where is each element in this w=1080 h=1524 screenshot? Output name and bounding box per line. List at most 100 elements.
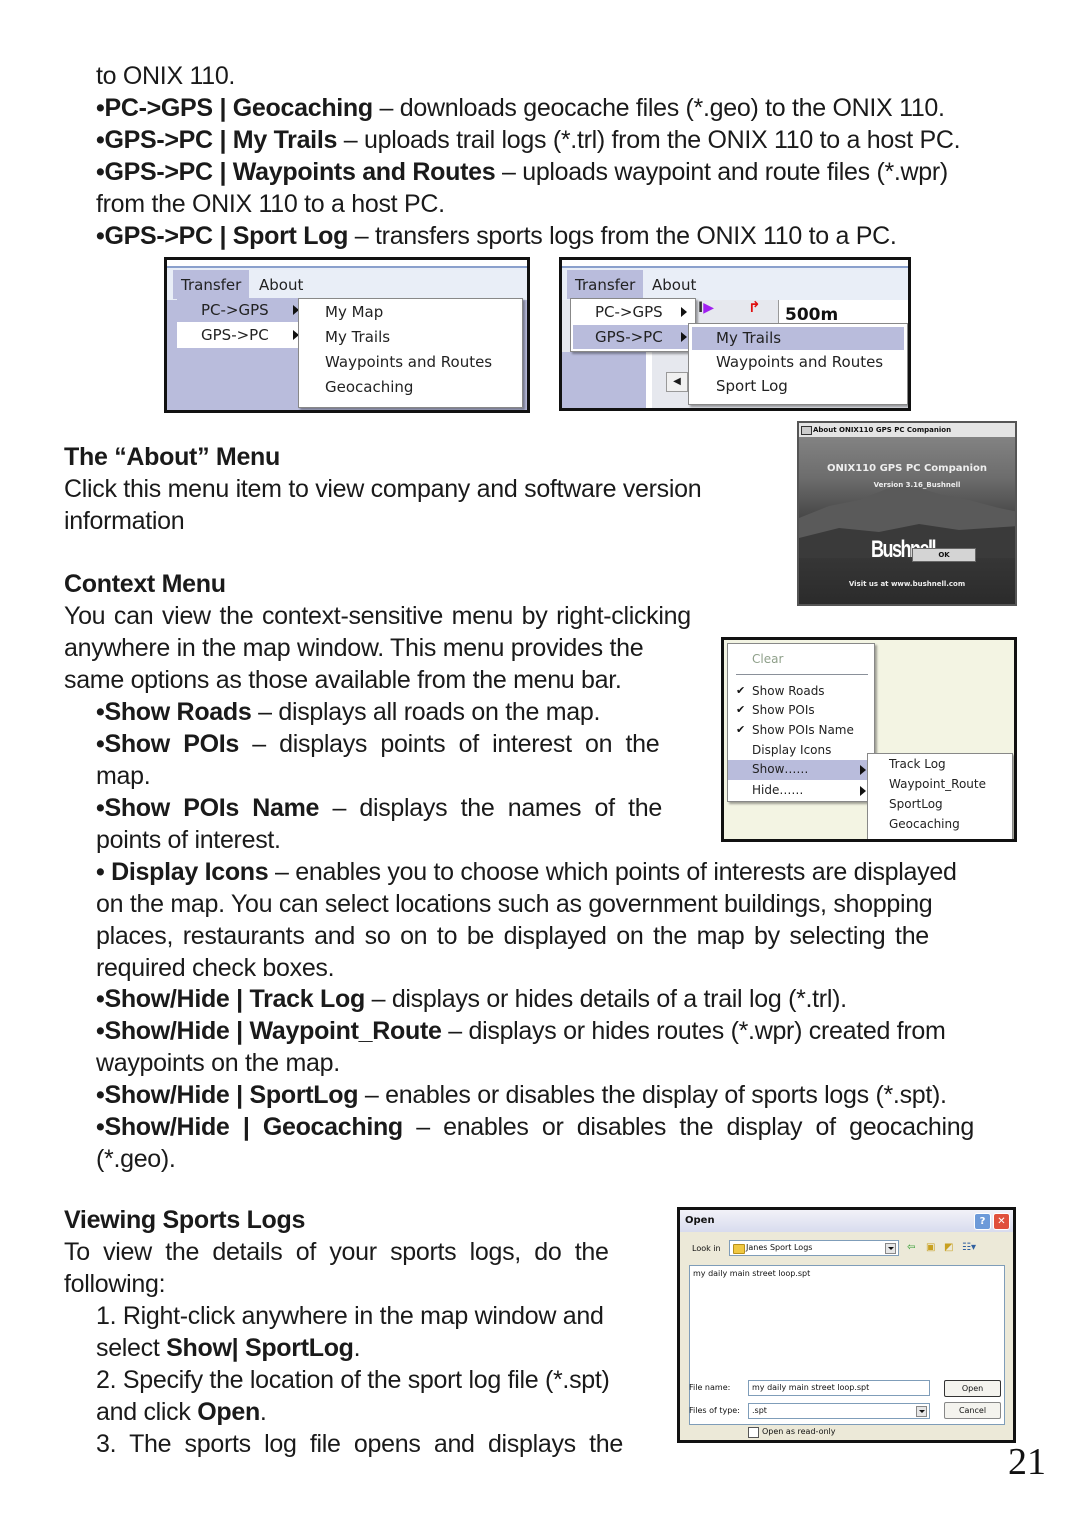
submenu-item-waypoints-routes[interactable]: Waypoints and Routes	[325, 353, 492, 371]
step-text: select	[96, 1334, 167, 1362]
menu-item-label: GPS->PC	[201, 326, 269, 344]
submenu-item-sportlog[interactable]: SportLog	[889, 797, 943, 811]
list-item-continuation: from the ONIX 110 to a host PC.	[96, 188, 445, 220]
context-menu-screenshot: Clear ✔ Show Roads ✔ Show POIs ✔ Show PO…	[721, 637, 1017, 842]
context-item-clear[interactable]: Clear	[752, 652, 783, 666]
item-term: •Show POIs Name	[96, 794, 320, 822]
file-type-label: Files of type:	[689, 1406, 740, 1415]
menu-item-pc-gps[interactable]: PC->GPS	[177, 298, 303, 322]
submenu-item-waypoint-route[interactable]: Waypoint_Route	[889, 777, 986, 791]
list-item-display-icons: • Display Icons – enables you to choose …	[96, 856, 957, 888]
step-text: .	[259, 1398, 267, 1426]
menu-item-gps-pc[interactable]: GPS->PC	[177, 323, 303, 347]
view-menu-icon[interactable]: ☷▾	[962, 1242, 976, 1253]
help-icon[interactable]: ?	[974, 1213, 991, 1230]
up-folder-icon[interactable]: ▣	[926, 1242, 935, 1253]
scale-select[interactable]: 500m	[778, 300, 908, 325]
about-product-name: ONIX110 GPS PC Companion	[826, 463, 988, 474]
show-submenu: Track Log Waypoint_Route SportLog Geocac…	[867, 753, 1013, 839]
about-dialog-screenshot: About ONIX110 GPS PC Companion ONIX110 G…	[797, 421, 1017, 606]
panel-background	[562, 352, 646, 408]
about-version: Version 3.16_Bushnell	[873, 481, 961, 489]
open-button[interactable]: Open	[944, 1380, 1001, 1397]
page-number: 21	[1008, 1441, 1046, 1483]
readonly-checkbox[interactable]	[748, 1427, 759, 1438]
item-desc: – displays or hides details of a trail l…	[364, 985, 848, 1013]
menu-about[interactable]: About	[251, 274, 311, 296]
item-term: •GPS->PC | My Trails	[96, 126, 338, 154]
item-desc: – displays points of interest on the	[238, 730, 660, 758]
sports-intro-line2: following:	[64, 1270, 166, 1298]
item-desc: – displays the names of the	[319, 794, 662, 822]
file-list[interactable]: my daily main street loop.spt	[689, 1265, 1005, 1425]
screenshot-gps-pc-menu: Transfer About I▶ ↱ 500m ◀ PC->GPS GPS->…	[559, 257, 911, 411]
pc-gps-submenu: My Map My Trails Waypoints and Routes Ge…	[298, 298, 523, 408]
context-item-show-roads[interactable]: Show Roads	[752, 684, 825, 698]
open-dialog-title: Open	[685, 1215, 715, 1226]
list-item-show-roads: •Show Roads – displays all roads on the …	[96, 696, 600, 728]
item-desc: from the ONIX 110 to a host PC.	[96, 190, 445, 218]
panel-divider	[646, 352, 652, 408]
menu-item-label: Show……	[752, 762, 809, 776]
context-item-hide[interactable]: Hide……	[728, 781, 872, 801]
item-desc: – uploads waypoint and route files (*.wp…	[495, 158, 948, 186]
file-list-item[interactable]: my daily main street loop.spt	[693, 1269, 810, 1278]
menu-item-pc-gps[interactable]: PC->GPS	[571, 300, 695, 324]
submenu-item-my-trails[interactable]: My Trails	[692, 327, 904, 350]
menu-about[interactable]: About	[644, 274, 704, 296]
close-icon[interactable]: ✕	[993, 1213, 1010, 1230]
dropdown-arrow-icon[interactable]	[916, 1406, 927, 1417]
about-dialog-title: About ONIX110 GPS PC Companion	[813, 426, 952, 434]
item-term: •PC->GPS | Geocaching	[96, 94, 373, 122]
list-item-continuation: (*.geo).	[96, 1145, 176, 1173]
open-dialog-screenshot: Open ? ✕ Look in Janes Sport Logs ⇦ ▣ ◩ …	[677, 1207, 1016, 1443]
list-item-continuation: points of interest.	[96, 826, 281, 854]
item-term: • Display Icons	[96, 858, 269, 886]
step-2-line1: 2. Specify the location of the sport log…	[96, 1366, 610, 1394]
list-item-show-hide-geocaching: •Show/Hide | Geocaching – enables or dis…	[96, 1111, 974, 1143]
step-term: Open	[197, 1398, 260, 1426]
context-item-display-icons[interactable]: Display Icons	[752, 743, 831, 757]
menu-item-label: My Trails	[716, 329, 782, 347]
step-text: and click	[96, 1398, 198, 1426]
menu-item-label: PC->GPS	[595, 303, 663, 321]
submenu-item-my-map[interactable]: My Map	[325, 303, 383, 321]
look-in-select[interactable]: Janes Sport Logs	[729, 1240, 899, 1256]
context-item-show[interactable]: Show……	[728, 760, 872, 780]
submenu-item-sport-log[interactable]: Sport Log	[716, 377, 788, 395]
file-name-input[interactable]: my daily main street loop.spt	[748, 1380, 930, 1396]
submenu-item-geocaching[interactable]: Geocaching	[889, 817, 960, 831]
context-heading: Context Menu	[64, 570, 226, 598]
about-body-line2: information	[64, 507, 185, 535]
menu-transfer[interactable]: Transfer	[173, 270, 250, 299]
display-icons-line4: required check boxes.	[96, 954, 335, 982]
item-term: •Show/Hide | Geocaching	[96, 1113, 403, 1141]
about-ok-button[interactable]: OK	[912, 548, 976, 562]
submenu-item-my-trails[interactable]: My Trails	[325, 328, 390, 346]
menu-item-gps-pc[interactable]: GPS->PC	[573, 325, 695, 349]
cancel-button[interactable]: Cancel	[944, 1402, 1001, 1419]
flag-icon: I▶	[698, 300, 714, 316]
display-icons-line3: places, restaurants and so on to be disp…	[96, 922, 929, 950]
menu-item-label: GPS->PC	[595, 328, 663, 346]
dropdown-arrow-icon[interactable]	[885, 1243, 896, 1254]
item-desc: – displays or hides routes (*.wpr) creat…	[441, 1017, 946, 1045]
new-folder-icon[interactable]: ◩	[944, 1242, 953, 1253]
submenu-item-track-log[interactable]: Track Log	[889, 757, 946, 771]
scroll-left-button[interactable]: ◀	[666, 372, 688, 392]
submenu-arrow-icon	[860, 765, 866, 775]
item-desc: – downloads geocache files (*.geo) to th…	[372, 94, 945, 122]
context-item-show-pois-name[interactable]: Show POIs Name	[752, 723, 854, 737]
sports-intro-line1: To view the details of your sports logs,…	[64, 1238, 609, 1266]
file-type-select[interactable]: .spt	[748, 1403, 930, 1419]
about-heading: The “About” Menu	[64, 443, 281, 471]
submenu-item-waypoints-routes[interactable]: Waypoints and Routes	[716, 353, 883, 371]
list-item-show-pois-name: •Show POIs Name – displays the names of …	[96, 792, 662, 824]
context-line3: same options as those available from the…	[64, 666, 622, 694]
context-item-show-pois[interactable]: Show POIs	[752, 703, 815, 717]
step-2-line2: and click Open.	[96, 1396, 267, 1428]
submenu-item-geocaching[interactable]: Geocaching	[325, 378, 413, 396]
item-term: •Show/Hide | Track Log	[96, 985, 365, 1013]
back-icon[interactable]: ⇦	[907, 1242, 915, 1253]
menu-transfer[interactable]: Transfer	[567, 270, 644, 299]
